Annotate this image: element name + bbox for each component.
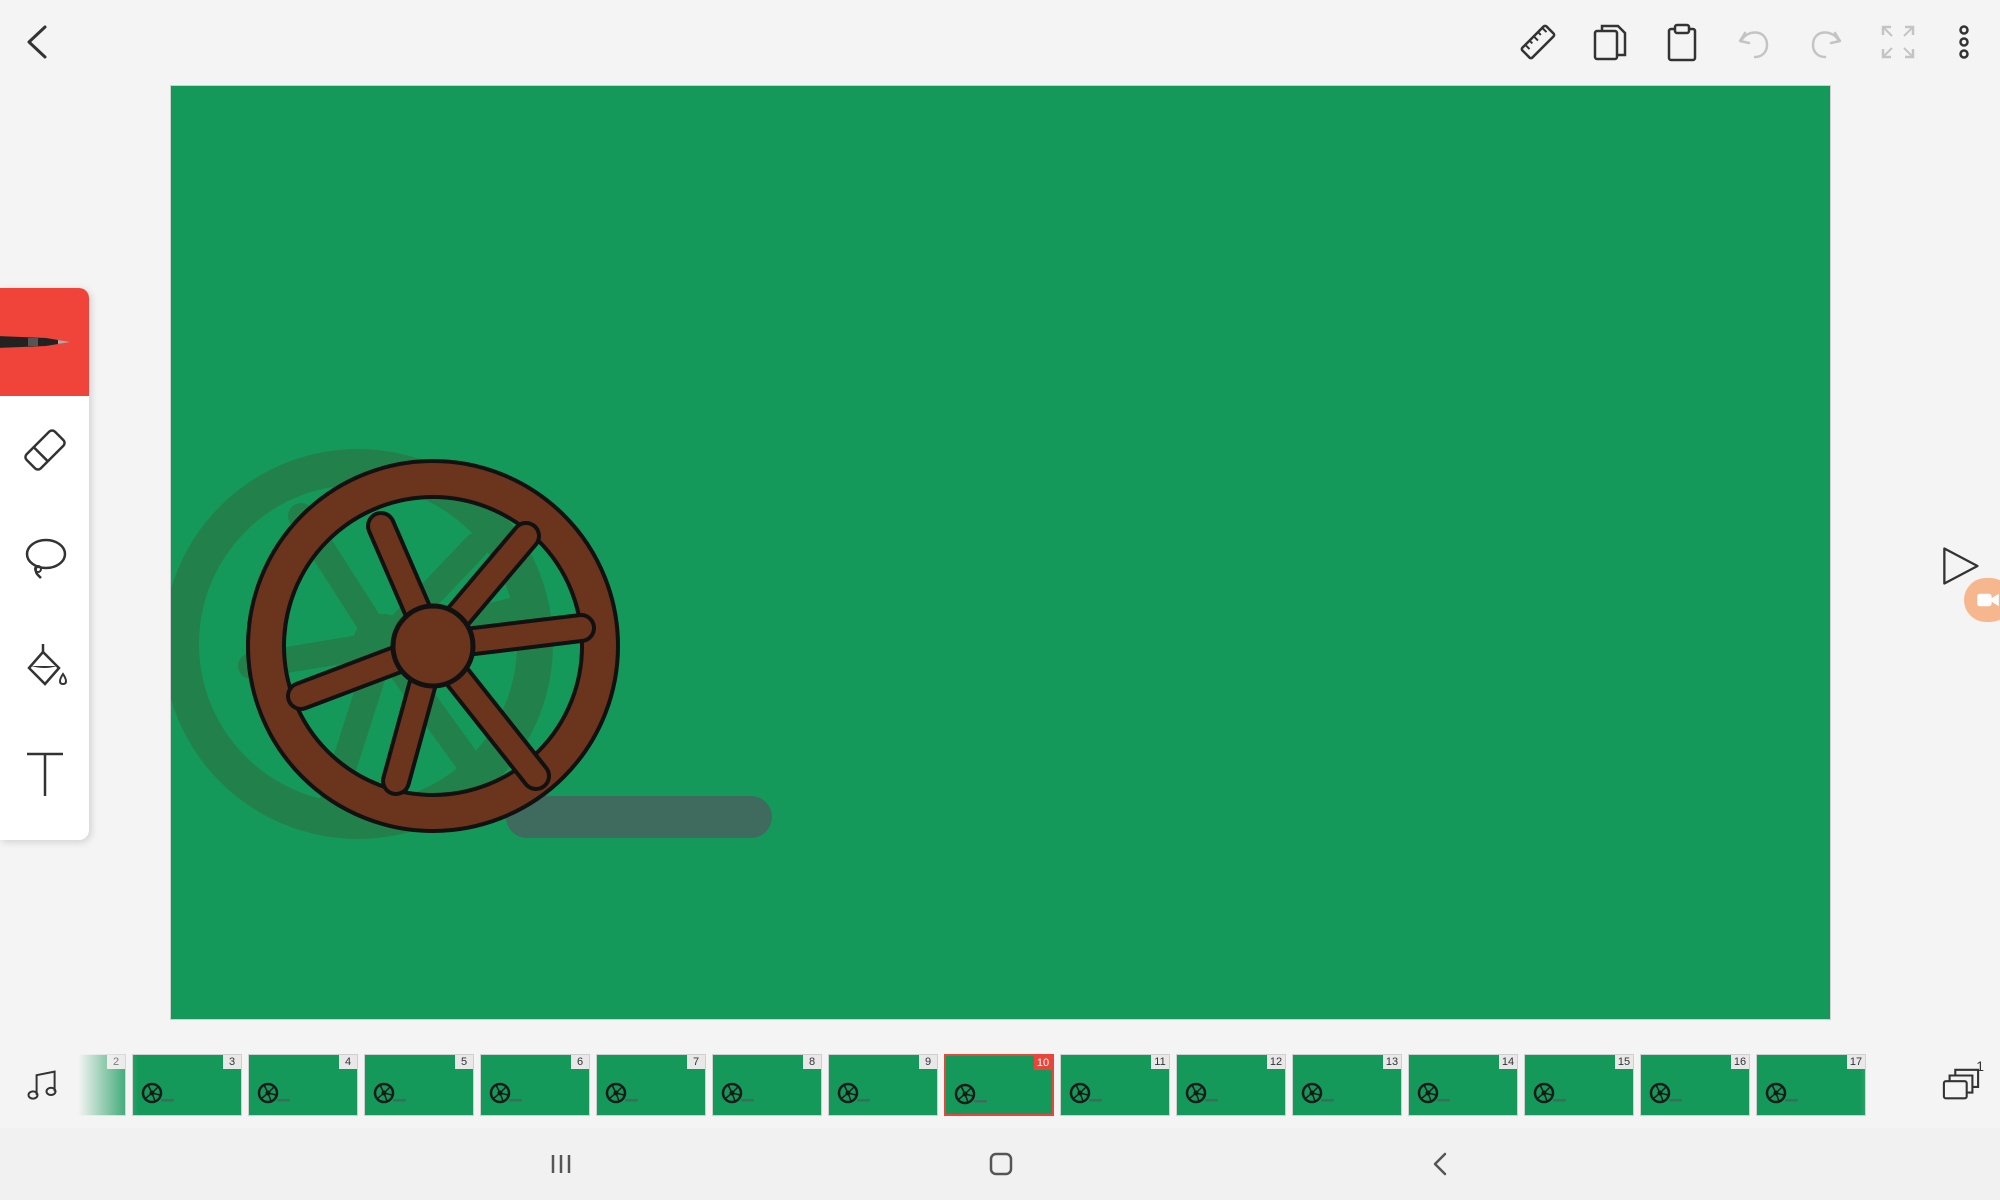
lasso-icon: [25, 538, 66, 579]
tool-text[interactable]: [0, 720, 89, 828]
more-vert-icon: [1959, 25, 1969, 59]
copy-icon: [1593, 24, 1627, 61]
frame-number: 17: [1847, 1055, 1865, 1069]
frame-thumbnail-wheel: [1533, 1082, 1566, 1104]
frame-thumbnail-wheel: [605, 1082, 638, 1104]
recent-apps-button[interactable]: [531, 1142, 591, 1186]
timeline-frame[interactable]: 14: [1408, 1054, 1518, 1116]
video-camera-icon: [1977, 593, 1999, 607]
ruler-button[interactable]: [1510, 14, 1566, 70]
timeline-frame[interactable]: 3: [132, 1054, 242, 1116]
frame-number: 6: [571, 1055, 589, 1069]
drawing-canvas[interactable]: [170, 85, 1831, 1020]
wheel-drawing: [171, 449, 772, 839]
timeline-frame[interactable]: 13: [1292, 1054, 1402, 1116]
frame-thumbnail-wheel: [141, 1082, 174, 1104]
frame-number: 3: [223, 1055, 241, 1069]
tool-eraser[interactable]: [0, 396, 89, 504]
music-note-icon: [27, 1070, 57, 1100]
redo-icon: [1811, 31, 1842, 59]
timeline-frame[interactable]: 9: [828, 1054, 938, 1116]
tool-panel: [0, 288, 89, 840]
text-icon: [26, 752, 63, 796]
timeline: 2 3 4 5 6 7 8 9 10 11 12 13 14 15 16 17 1: [0, 1052, 2000, 1118]
fullscreen-icon: [1881, 25, 1915, 59]
ground-shadow: [506, 796, 772, 838]
back-arrow-icon: [27, 25, 47, 59]
timeline-frame[interactable]: 11: [1060, 1054, 1170, 1116]
frame-number: 14: [1499, 1055, 1517, 1069]
frame-number: 11: [1151, 1055, 1169, 1069]
eraser-icon: [23, 429, 66, 471]
timeline-frame[interactable]: 2: [78, 1054, 126, 1116]
frames-strip: 2 3 4 5 6 7 8 9 10 11 12 13 14 15 16 17: [78, 1052, 1920, 1118]
undo-button[interactable]: [1726, 14, 1782, 70]
frame-thumbnail-wheel: [954, 1083, 987, 1105]
home-button[interactable]: [971, 1142, 1031, 1186]
redo-button[interactable]: [1798, 14, 1854, 70]
top-toolbar: [0, 0, 2000, 86]
frame-thumbnail-wheel: [1069, 1082, 1102, 1104]
timeline-frame[interactable]: 12: [1176, 1054, 1286, 1116]
frame-thumbnail-wheel: [837, 1082, 870, 1104]
timeline-frame[interactable]: 10: [944, 1054, 1054, 1116]
home-icon: [989, 1152, 1013, 1176]
frame-thumbnail-wheel: [1301, 1082, 1334, 1104]
frame-number: 7: [687, 1055, 705, 1069]
layers-icon: [1942, 1068, 1980, 1100]
frame-number: 9: [919, 1055, 937, 1069]
layers-count: 1: [1976, 1058, 1984, 1074]
frame-thumbnail-wheel: [1765, 1082, 1798, 1104]
pen-icon: [0, 336, 70, 348]
frame-thumbnail-wheel: [373, 1082, 406, 1104]
timeline-frame[interactable]: 5: [364, 1054, 474, 1116]
timeline-frame[interactable]: 16: [1640, 1054, 1750, 1116]
frame-number: 10: [1034, 1056, 1052, 1070]
frame-number: 8: [803, 1055, 821, 1069]
nav-back-button[interactable]: [1411, 1142, 1471, 1186]
ruler-icon: [1520, 24, 1556, 60]
timeline-frame[interactable]: 15: [1524, 1054, 1634, 1116]
frame-thumbnail-wheel: [1417, 1082, 1450, 1104]
timeline-frame[interactable]: 4: [248, 1054, 358, 1116]
paint-bucket-icon: [26, 644, 67, 686]
undo-icon: [1738, 31, 1769, 59]
frame-number: 4: [339, 1055, 357, 1069]
back-button[interactable]: [10, 14, 66, 70]
frame-number: 15: [1615, 1055, 1633, 1069]
frame-thumbnail-wheel: [1185, 1082, 1218, 1104]
frame-number: 16: [1731, 1055, 1749, 1069]
frame-number: 12: [1267, 1055, 1285, 1069]
tool-fill[interactable]: [0, 612, 89, 720]
frame-number: 13: [1383, 1055, 1401, 1069]
frame-thumbnail-wheel: [1649, 1082, 1682, 1104]
recent-apps-icon: [551, 1155, 571, 1173]
timeline-frame[interactable]: 7: [596, 1054, 706, 1116]
frame-thumbnail-wheel: [721, 1082, 754, 1104]
layers-button[interactable]: 1: [1936, 1058, 1986, 1110]
tool-pen[interactable]: [0, 288, 89, 396]
audio-button[interactable]: [18, 1062, 66, 1110]
frame-thumbnail-wheel: [257, 1082, 290, 1104]
paste-clipboard-icon: [1667, 23, 1697, 62]
record-button[interactable]: [1964, 578, 2000, 622]
nav-back-icon: [1433, 1152, 1447, 1176]
frame-thumbnail-wheel: [489, 1082, 522, 1104]
tool-lasso[interactable]: [0, 504, 89, 612]
paste-button[interactable]: [1654, 14, 1710, 70]
timeline-frame[interactable]: 6: [480, 1054, 590, 1116]
frame-number: 5: [455, 1055, 473, 1069]
frame-number: 2: [107, 1055, 125, 1069]
copy-frame-button[interactable]: [1582, 14, 1638, 70]
system-nav-bar: [0, 1128, 2000, 1200]
timeline-frame[interactable]: 17: [1756, 1054, 1866, 1116]
more-options-button[interactable]: [1936, 14, 1992, 70]
timeline-frame[interactable]: 8: [712, 1054, 822, 1116]
fullscreen-button[interactable]: [1870, 14, 1926, 70]
